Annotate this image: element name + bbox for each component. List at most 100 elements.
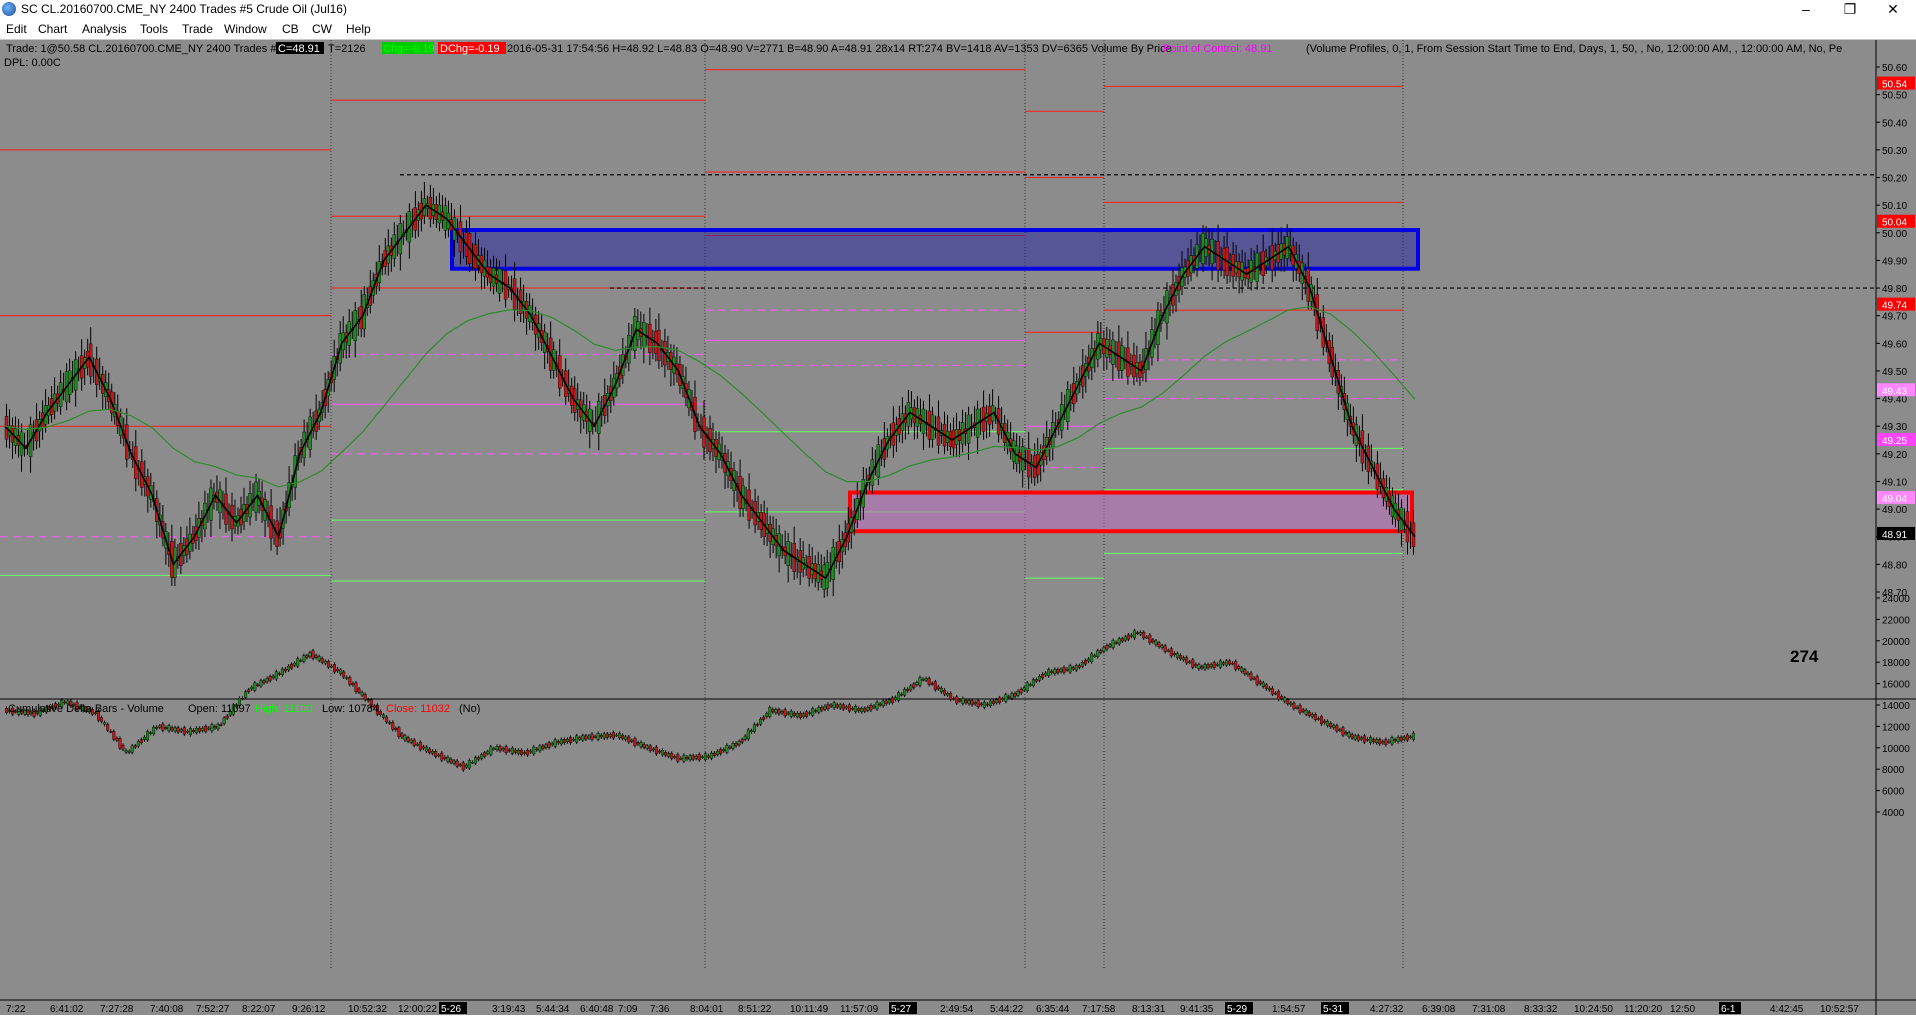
delta-bar-body [317, 656, 321, 661]
delta-bar-body [1013, 693, 1017, 697]
menu-cb[interactable]: CB [282, 22, 299, 36]
time-axis-label: 8:04:01 [690, 1004, 724, 1015]
delta-bar-body [378, 711, 382, 715]
delta-bar-body [1203, 664, 1207, 670]
delta-bar-body [247, 689, 251, 693]
menu-help[interactable]: Help [346, 22, 371, 36]
menu-trade[interactable]: Trade [182, 22, 213, 36]
delta-bar-body [1274, 692, 1278, 695]
delta-bar-body [1292, 702, 1296, 709]
delta-bar-body [1050, 671, 1054, 673]
delta-bar-body [418, 742, 422, 750]
delta-bar-body [1111, 640, 1115, 648]
delta-bar-body [1099, 650, 1103, 653]
delta-bar-body [559, 739, 563, 745]
delta-bar-body [618, 733, 622, 739]
delta-bar-body [691, 755, 695, 760]
delta-bar-body [1197, 664, 1201, 670]
delta-bar-body [1277, 691, 1281, 700]
delta-bar-body [458, 764, 462, 766]
menu-analysis[interactable]: Analysis [82, 22, 127, 36]
delta-bar-body [219, 724, 223, 726]
delta-axis-label: 20000 [1882, 637, 1910, 648]
delta-bar-body [1411, 732, 1415, 740]
menu-window[interactable]: Window [224, 22, 267, 36]
delta-bar-body [222, 717, 226, 724]
delta-bar-body [1255, 676, 1259, 685]
delta-bar-body [299, 660, 303, 662]
delta-bar-body [1102, 647, 1106, 652]
delta-bar-body [265, 678, 269, 683]
time-axis-label: 8:13:31 [1132, 1004, 1166, 1015]
delta-bar-body [792, 712, 796, 716]
chart-area[interactable]: 50.60 50.50 50.40 50.30 50.20 50.10 50.00 49.90… [0, 40, 1916, 1015]
restore-icon[interactable]: ❐ [1827, 0, 1873, 19]
delta-axis-label: 4000 [1882, 808, 1905, 819]
delta-bar-body [844, 706, 848, 709]
delta-bar-body [250, 687, 254, 690]
delta-bar-body [1378, 739, 1382, 745]
delta-bar-body [507, 749, 511, 752]
delta-bar-body [1280, 696, 1284, 699]
delta-bar-body [817, 707, 821, 713]
delta-bar-body [333, 664, 337, 673]
delta-bar-body [740, 739, 744, 743]
chg-value: Chg=-0.19 [383, 43, 435, 55]
delta-bar-body [305, 655, 309, 658]
delta-bar-body [1224, 660, 1228, 666]
delta-bar-body [437, 754, 441, 757]
delta-axis-label: 14000 [1882, 701, 1910, 712]
delta-axis-label: 8000 [1882, 765, 1905, 776]
price-axis-label: 49.90 [1882, 256, 1907, 267]
delta-bar-body [1071, 667, 1075, 670]
delta-bar-body [1093, 655, 1097, 657]
delta-bar-body [1326, 721, 1330, 726]
delta-bar-body [519, 749, 523, 755]
delta-bar-body [308, 652, 312, 657]
delta-bar-body [1405, 734, 1409, 741]
delta-bar-body [1390, 737, 1394, 745]
delta-bar-body [771, 709, 775, 713]
delta-bar-body [477, 757, 481, 760]
session-date-label: 5-29 [1227, 1004, 1247, 1015]
time-axis-label: 8:51:22 [738, 1004, 772, 1015]
menu-edit[interactable]: Edit [6, 22, 27, 36]
delta-bar-body [893, 697, 897, 700]
delta-bar-body [841, 704, 845, 710]
minimize-icon[interactable]: – [1783, 0, 1829, 19]
delta-bar-body [765, 713, 769, 717]
delta-bar-body [912, 683, 916, 688]
delta-bar-body [762, 716, 766, 720]
delta-bar-body [164, 727, 168, 729]
price-panel-bg [0, 40, 1876, 699]
delta-bar-body [590, 733, 594, 740]
delta-bar-body [1139, 632, 1143, 635]
delta-bar-body [1172, 652, 1176, 655]
delta-bar-body [756, 724, 760, 726]
close-icon[interactable]: ✕ [1870, 0, 1916, 19]
delta-bar-body [605, 733, 609, 738]
price-tag-label: 48.91 [1882, 530, 1907, 541]
delta-bar-body [1019, 689, 1023, 694]
delta-bar-body [1252, 677, 1256, 680]
delta-bar-body [1059, 669, 1063, 672]
delta-bar-body [1228, 660, 1232, 665]
delta-bar-body [366, 699, 370, 702]
delta-bar-body [854, 706, 858, 712]
menu-chart[interactable]: Chart [38, 22, 67, 36]
delta-bar-body [1114, 642, 1118, 644]
delta-bar-body [397, 727, 401, 737]
delta-bar-body [152, 726, 156, 734]
delta-bar-body [443, 757, 447, 759]
delta-bar-body [1261, 682, 1265, 687]
delta-bar-body [1396, 737, 1400, 743]
delta-bar-body [581, 735, 585, 741]
delta-bar-body [1237, 666, 1241, 669]
delta-bar-body [1249, 672, 1253, 680]
delta-bar-body [955, 696, 959, 704]
delta-bar-body [161, 723, 165, 731]
time-axis-label: 6:39:08 [1422, 1004, 1456, 1015]
menu-tools[interactable]: Tools [140, 22, 168, 36]
chart-svg[interactable]: 50.60 50.50 50.40 50.30 50.20 50.10 50.00 49.90… [0, 40, 1916, 1015]
menu-cw[interactable]: CW [312, 22, 332, 36]
